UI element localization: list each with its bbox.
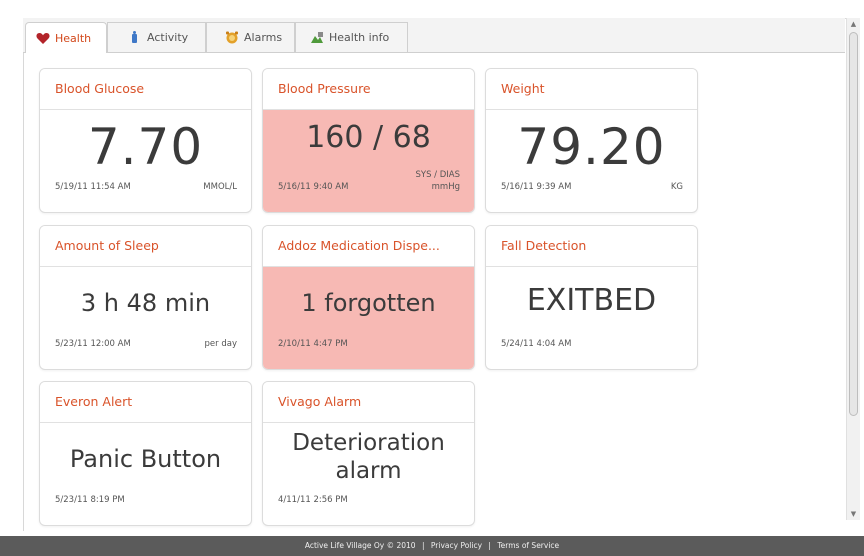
tab-health-info[interactable]: Health info xyxy=(295,22,408,52)
footer-copyright: Active Life Village Oy © 2010 xyxy=(304,541,416,550)
scroll-up-icon[interactable]: ▲ xyxy=(847,18,860,30)
tile-header: Fall Detection xyxy=(486,226,697,267)
tile-fall-detection[interactable]: Fall Detection EXITBED 5/24/11 4:04 AM xyxy=(485,225,698,370)
tile-value: 3 h 48 min xyxy=(80,289,211,317)
tile-header: Amount of Sleep xyxy=(40,226,251,267)
tile-title: Vivago Alarm xyxy=(278,394,362,409)
alarm-icon xyxy=(225,31,239,44)
tile-body: Panic Button 5/23/11 8:19 PM xyxy=(40,423,251,525)
footer: Active Life Village Oy © 2010 | Privacy … xyxy=(0,536,864,556)
tab-alarms-label: Alarms xyxy=(244,31,283,44)
terms-of-service-link[interactable]: Terms of Service xyxy=(497,541,559,550)
scroll-thumb[interactable] xyxy=(849,32,858,416)
tile-body: 7.70 5/19/11 11:54 AM MMOL/L xyxy=(40,110,251,212)
tile-unit: KG xyxy=(670,182,683,192)
vertical-scrollbar[interactable]: ▲ ▼ xyxy=(846,18,860,520)
tile-timestamp: 4/11/11 2:56 PM xyxy=(278,495,348,505)
heart-icon xyxy=(36,32,50,45)
tile-vivago-alarm[interactable]: Vivago Alarm Deterioration alarm 4/11/11… xyxy=(262,381,475,526)
tile-title: Blood Pressure xyxy=(278,81,371,96)
tile-body: EXITBED 5/24/11 4:04 AM xyxy=(486,267,697,369)
tab-bar: Health Activity Alarms Health info xyxy=(23,18,845,53)
tile-amount-of-sleep[interactable]: Amount of Sleep 3 h 48 min 5/23/11 12:00… xyxy=(39,225,252,370)
tile-header: Everon Alert xyxy=(40,382,251,423)
tile-timestamp: 2/10/11 4:47 PM xyxy=(278,339,348,349)
tile-blood-glucose[interactable]: Blood Glucose 7.70 5/19/11 11:54 AM MMOL… xyxy=(39,68,252,213)
tile-value: 160 / 68 xyxy=(306,120,431,155)
tile-title: Fall Detection xyxy=(501,238,587,253)
tile-value: Deterioration alarm xyxy=(292,430,445,484)
footer-separator: | xyxy=(421,541,425,550)
tile-timestamp: 5/23/11 8:19 PM xyxy=(55,495,125,505)
tile-body: 79.20 5/16/11 9:39 AM KG xyxy=(486,110,697,212)
tile-unit: MMOL/L xyxy=(203,182,237,192)
health-info-icon xyxy=(310,31,324,44)
tile-title: Addoz Medication Dispe... xyxy=(278,238,440,253)
tile-body: Deterioration alarm 4/11/11 2:56 PM xyxy=(263,423,474,525)
tab-activity-label: Activity xyxy=(147,31,189,44)
tab-alarms[interactable]: Alarms xyxy=(206,22,295,52)
tile-title: Amount of Sleep xyxy=(55,238,159,253)
tab-health-info-label: Health info xyxy=(329,31,390,44)
privacy-policy-link[interactable]: Privacy Policy xyxy=(431,541,482,550)
tile-blood-pressure[interactable]: Blood Pressure 160 / 68 5/16/11 9:40 AM … xyxy=(262,68,475,213)
tile-title: Weight xyxy=(501,81,545,96)
tile-body: 3 h 48 min 5/23/11 12:00 AM per day xyxy=(40,267,251,369)
tile-weight[interactable]: Weight 79.20 5/16/11 9:39 AM KG xyxy=(485,68,698,213)
tile-header: Weight xyxy=(486,69,697,110)
footer-separator: | xyxy=(488,541,491,550)
scroll-down-icon[interactable]: ▼ xyxy=(847,508,860,520)
tile-value: EXITBED xyxy=(526,283,657,318)
tile-header: Blood Pressure xyxy=(263,69,474,110)
tile-timestamp: 5/23/11 12:00 AM xyxy=(55,339,131,349)
tile-medication-dispenser[interactable]: Addoz Medication Dispe... 1 forgotten 2/… xyxy=(262,225,475,370)
tile-body-alert: 160 / 68 5/16/11 9:40 AM SYS / DIAS mmHg xyxy=(263,110,474,212)
tile-timestamp: 5/16/11 9:39 AM xyxy=(501,182,572,192)
tab-activity[interactable]: Activity xyxy=(107,22,206,52)
tile-header: Addoz Medication Dispe... xyxy=(263,226,474,267)
tile-title: Blood Glucose xyxy=(55,81,145,96)
tile-timestamp: 5/19/11 11:54 AM xyxy=(55,182,131,192)
tile-unit: per day xyxy=(204,339,237,349)
tab-health[interactable]: Health xyxy=(25,22,107,53)
tile-value: Panic Button xyxy=(69,445,222,473)
tile-value: 79.20 xyxy=(517,118,666,176)
tile-everon-alert[interactable]: Everon Alert Panic Button 5/23/11 8:19 P… xyxy=(39,381,252,526)
tile-value: 1 forgotten xyxy=(301,289,436,317)
tile-header: Vivago Alarm xyxy=(263,382,474,423)
tile-timestamp: 5/24/11 4:04 AM xyxy=(501,339,572,349)
tile-unit: mmHg xyxy=(431,182,460,192)
tile-body-alert: 1 forgotten 2/10/11 4:47 PM xyxy=(263,267,474,369)
app-window: Health Activity Alarms Health info Blood… xyxy=(0,0,864,556)
tile-value: 7.70 xyxy=(87,118,204,176)
activity-icon xyxy=(128,31,142,44)
tile-unit-label: SYS / DIAS xyxy=(415,170,460,180)
tile-timestamp: 5/16/11 9:40 AM xyxy=(278,182,349,192)
tile-header: Blood Glucose xyxy=(40,69,251,110)
tile-title: Everon Alert xyxy=(55,394,133,409)
tab-health-label: Health xyxy=(55,31,92,45)
